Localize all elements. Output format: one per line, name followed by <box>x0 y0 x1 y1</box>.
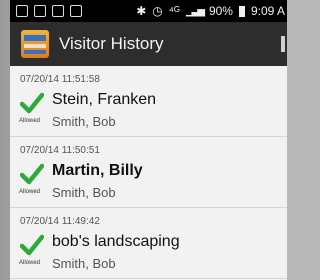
visit-status: Allowed <box>19 260 41 266</box>
briefcase-icon <box>70 5 82 17</box>
overflow-menu-icon[interactable] <box>281 36 287 52</box>
checkmark-icon <box>20 92 44 114</box>
checkmark-icon <box>20 234 44 256</box>
visit-timestamp: 07/20/14 11:51:58 <box>20 74 100 85</box>
app-logo-icon <box>21 30 49 58</box>
status-right: ✱ ◷ ⁴ᴳ ▁▃▅ 90% 9:09 A <box>136 4 287 18</box>
visit-timestamp: 07/20/14 11:50:51 <box>20 145 100 156</box>
list-item[interactable]: 07/20/14 11:51:58 Stein, Franken Allowed… <box>10 66 287 137</box>
battery-percent: 90% <box>208 4 233 18</box>
list-item[interactable]: 07/20/14 11:50:51 Martin, Billy Allowed … <box>10 137 287 208</box>
network-icon: ⁴ᴳ <box>168 4 180 18</box>
bluetooth-icon: ✱ <box>136 4 147 18</box>
alarm-icon: ◷ <box>152 4 163 18</box>
checkmark-icon <box>20 163 44 185</box>
visit-status: Allowed <box>19 118 41 124</box>
clock: 9:09 A <box>250 4 285 18</box>
visitor-name: Martin, Billy <box>52 162 143 179</box>
visitor-name: bob's landscaping <box>52 233 180 250</box>
image-icon <box>34 5 46 17</box>
list-item[interactable]: 07/20/14 11:49:42 bob's landscaping Allo… <box>10 208 287 279</box>
host-name: Smith, Bob <box>52 114 116 129</box>
notification-icon <box>16 5 28 17</box>
visit-list: 07/20/14 11:51:58 Stein, Franken Allowed… <box>10 66 287 279</box>
app-bar: Visitor History <box>10 22 287 66</box>
host-name: Smith, Bob <box>52 256 116 271</box>
signal-icon: ▁▃▅ <box>185 5 205 17</box>
battery-icon <box>238 5 245 17</box>
phone-screen: ✱ ◷ ⁴ᴳ ▁▃▅ 90% 9:09 A Visitor History 07… <box>10 0 287 280</box>
visit-status: Allowed <box>19 189 41 195</box>
visit-timestamp: 07/20/14 11:49:42 <box>20 216 100 227</box>
host-name: Smith, Bob <box>52 185 116 200</box>
drawer-toggle-icon[interactable] <box>10 36 13 52</box>
app-title: Visitor History <box>59 34 164 53</box>
visitor-name: Stein, Franken <box>52 91 157 108</box>
mail-icon <box>52 5 64 17</box>
status-bar: ✱ ◷ ⁴ᴳ ▁▃▅ 90% 9:09 A <box>10 0 287 22</box>
